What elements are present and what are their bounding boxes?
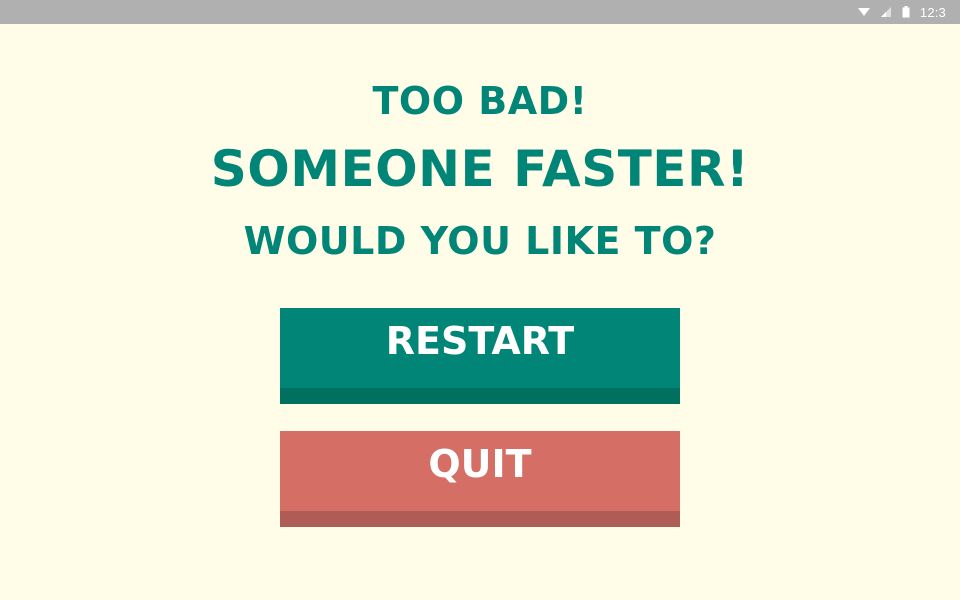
signal-icon [880, 6, 892, 18]
battery-icon [902, 6, 910, 18]
someone-faster-heading: Someone faster! [210, 140, 750, 198]
quit-button-label: Quit [428, 442, 532, 486]
restart-button-label: Restart [385, 319, 575, 363]
status-icons: 12:3 [857, 0, 946, 24]
quit-button[interactable]: Quit [280, 431, 680, 527]
restart-button[interactable]: Restart [280, 308, 680, 404]
status-clock: 12:3 [919, 4, 946, 20]
too-bad-heading: Too bad! [372, 79, 588, 123]
would-you-like-prompt: Would you like to? [243, 219, 717, 263]
game-over-screen: Too bad! Someone faster! Would you like … [0, 24, 960, 600]
status-bar: 12:3 [0, 0, 960, 24]
wifi-icon [857, 6, 870, 18]
